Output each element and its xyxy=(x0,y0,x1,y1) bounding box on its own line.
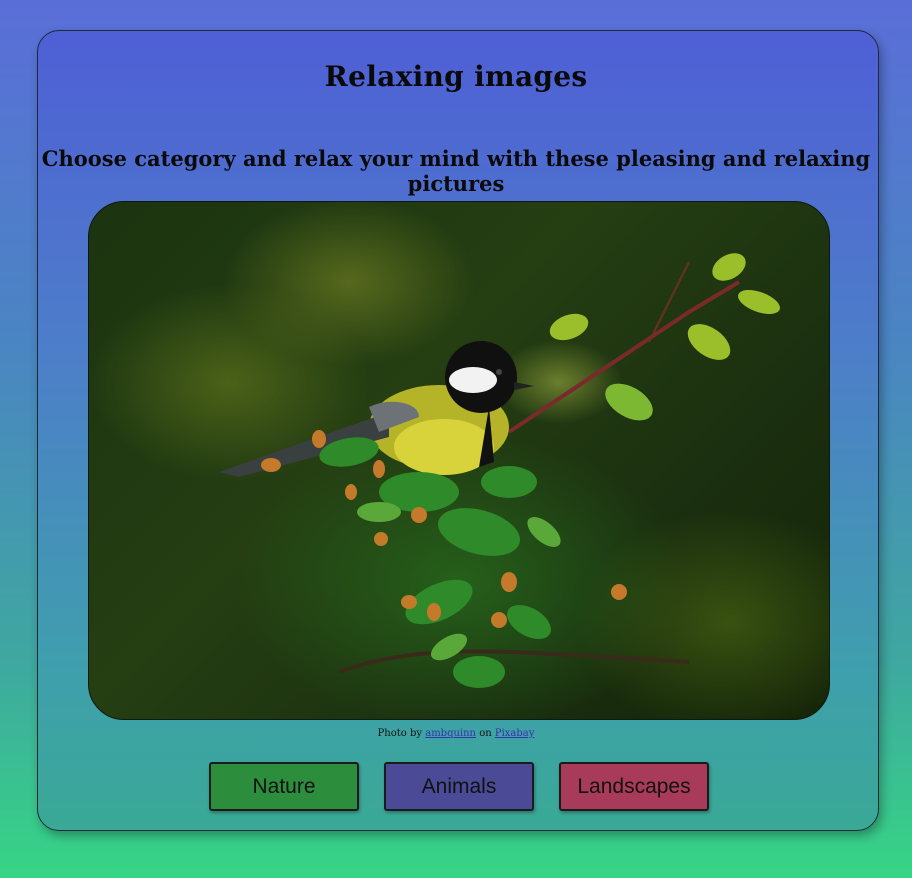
landscapes-button[interactable]: Landscapes xyxy=(559,762,709,811)
featured-photo xyxy=(88,201,830,720)
credit-author-link[interactable]: ambquinn xyxy=(425,728,476,739)
page-subtitle: Choose category and relax your mind with… xyxy=(41,146,871,196)
credit-middle: on xyxy=(479,728,492,739)
photo-credit: Photo by ambquinn on Pixabay xyxy=(0,728,912,739)
animals-button[interactable]: Animals xyxy=(384,762,534,811)
credit-source-link[interactable]: Pixabay xyxy=(495,728,535,739)
credit-prefix: Photo by xyxy=(377,728,423,739)
photo-illustration xyxy=(219,253,780,688)
nature-button[interactable]: Nature xyxy=(209,762,359,811)
page-title: Relaxing images xyxy=(324,60,588,93)
